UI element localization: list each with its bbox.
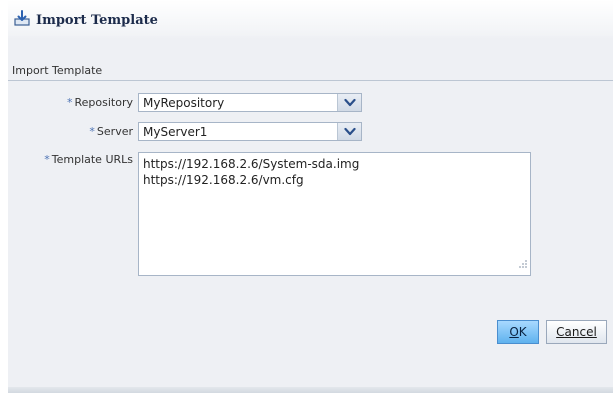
repository-label: * Repository xyxy=(67,96,133,109)
resize-grip-icon[interactable] xyxy=(518,254,528,273)
ok-label: K xyxy=(518,325,527,339)
url-line: https://192.168.2.6/System-sda.img xyxy=(143,157,360,171)
section-header: Import Template xyxy=(12,64,103,77)
cancel-button[interactable]: Cancel xyxy=(546,320,607,344)
chevron-down-icon xyxy=(344,98,356,107)
server-dropdown-button[interactable] xyxy=(337,123,361,140)
chevron-down-icon xyxy=(344,127,356,136)
template-urls-label-text: Template URLs xyxy=(51,153,133,166)
template-urls-textarea[interactable]: https://192.168.2.6/System-sda.img https… xyxy=(138,152,531,276)
server-label: * Server xyxy=(89,125,133,138)
cancel-mnemonic: C xyxy=(556,325,565,339)
section-divider xyxy=(8,80,613,81)
repository-dropdown-button[interactable] xyxy=(337,94,361,111)
required-marker: * xyxy=(44,153,50,166)
dialog-title: Import Template xyxy=(36,13,158,28)
import-template-dialog: Import Template Import Template * Reposit… xyxy=(8,0,613,393)
dialog-footer xyxy=(8,387,613,393)
server-select[interactable]: MyServer1 xyxy=(138,122,362,141)
ok-button[interactable]: OK xyxy=(497,320,539,344)
repository-label-text: Repository xyxy=(74,96,134,109)
cancel-label: ancel xyxy=(564,325,597,339)
import-icon xyxy=(14,10,30,26)
url-line: https://192.168.2.6/vm.cfg xyxy=(143,173,304,187)
dialog-title-bar: Import Template xyxy=(8,0,613,36)
required-marker: * xyxy=(67,96,73,109)
ok-mnemonic: O xyxy=(509,325,519,339)
server-value: MyServer1 xyxy=(143,125,208,139)
repository-value: MyRepository xyxy=(143,96,225,110)
template-urls-label: * Template URLs xyxy=(44,153,133,166)
required-marker: * xyxy=(89,125,95,138)
repository-select[interactable]: MyRepository xyxy=(138,93,362,112)
server-label-text: Server xyxy=(96,125,133,138)
